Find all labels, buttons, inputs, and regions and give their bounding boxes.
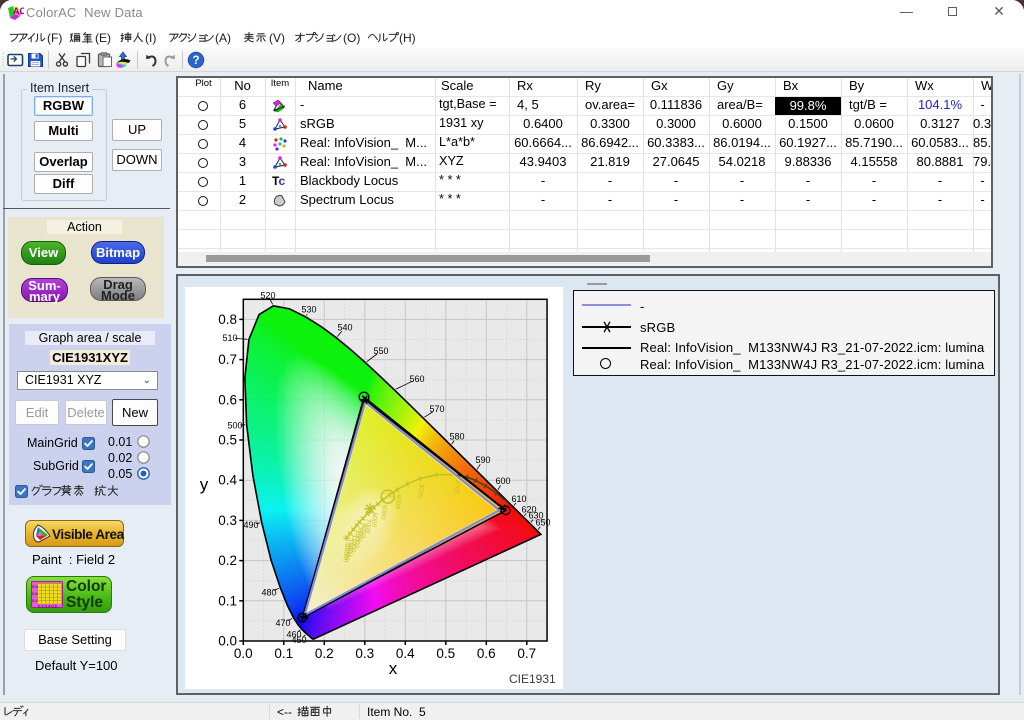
svg-text:0.8: 0.8 bbox=[32, 584, 38, 589]
svg-text:0.2 0.4 0.6: 0.2 0.4 0.6 bbox=[38, 604, 58, 609]
svg-text:AC: AC bbox=[13, 6, 24, 16]
svg-text:0.4: 0.4 bbox=[32, 598, 38, 603]
svg-text:?: ? bbox=[192, 55, 199, 67]
svg-text:0.6: 0.6 bbox=[32, 591, 38, 596]
